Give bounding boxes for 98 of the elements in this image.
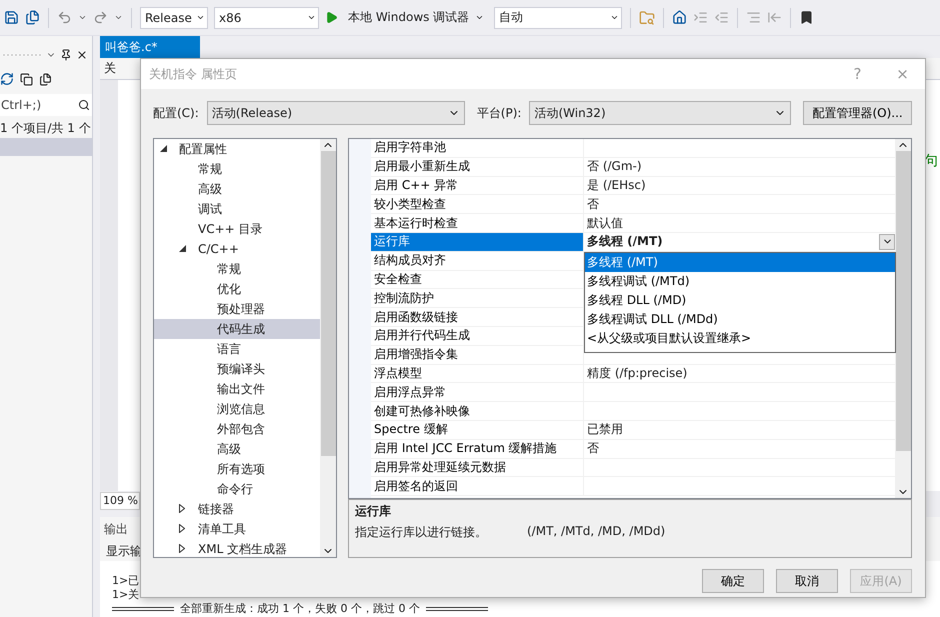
property-value: 多线程 (/MT) [587, 233, 663, 250]
description-switches: (/MT, /MTd, /MD, /MDd) [527, 524, 666, 540]
zoom-field[interactable]: 109 % [100, 492, 140, 510]
output-line: 1>已 [112, 574, 140, 588]
chevron-down-icon[interactable] [610, 13, 620, 22]
collapsed-icon[interactable] [179, 524, 185, 532]
tree-item[interactable]: 常规 [154, 159, 320, 179]
dropdown-option[interactable]: 多线程 DLL (/MD) [585, 290, 895, 310]
property-name[interactable]: 启用异常处理延续元数据 [371, 458, 584, 476]
property-name[interactable]: Spectre 缓解 [371, 420, 584, 439]
platform-label: 平台(P): [476, 104, 522, 122]
caret-icon[interactable] [114, 13, 123, 22]
tree-item[interactable]: 高级 [154, 179, 320, 199]
output-title: 输出 [104, 520, 128, 538]
tree-item[interactable]: 调试 [154, 199, 320, 219]
save-all-icon[interactable] [25, 10, 40, 25]
tree-item[interactable]: 链接器 [154, 499, 320, 519]
scrollbar[interactable] [320, 139, 336, 557]
property-name[interactable]: 创建可热修补映像 [371, 402, 584, 420]
configuration-dropdown[interactable]: Release [140, 6, 208, 28]
property-name[interactable]: 启用浮点异常 [371, 383, 584, 402]
property-value: 否 [587, 196, 599, 213]
undo-icon[interactable] [57, 10, 72, 25]
property-name[interactable]: 启用 C++ 异常 [371, 176, 584, 194]
copy-icon[interactable] [20, 72, 33, 86]
property-value: 否 [587, 440, 599, 458]
property-value: 默认值 [587, 214, 623, 232]
caret-icon[interactable] [78, 13, 87, 22]
dialog-title: 关机指令 属性页 [149, 66, 238, 82]
output-line: 1>关 [112, 588, 140, 602]
dropdown-option[interactable]: 多线程调试 DLL (/MDd) [585, 310, 895, 329]
dialog-button[interactable]: 确定 [702, 569, 764, 593]
dialog-button[interactable]: 取消 [776, 569, 838, 593]
collapsed-icon[interactable] [179, 504, 185, 512]
property-value: 精度 (/fp:precise) [587, 364, 688, 382]
tree-item[interactable]: 高级 [154, 439, 320, 459]
scrollbar[interactable] [895, 139, 911, 498]
collapsed-icon[interactable] [179, 544, 185, 552]
dropdown-option[interactable]: 多线程调试 (/MTd) [585, 272, 895, 291]
tree-item[interactable]: 预编译头 [154, 359, 320, 379]
files-icon[interactable] [39, 72, 52, 86]
property-value: 是 (/EHsc) [587, 176, 646, 194]
dropdown-option[interactable]: 多线程 (/MT) [585, 252, 895, 272]
close-icon[interactable] [76, 49, 88, 61]
pin-icon[interactable] [60, 49, 72, 61]
tree-item[interactable]: 输出文件 [154, 379, 320, 399]
property-name[interactable]: 基本运行时检查 [371, 214, 584, 232]
property-name[interactable]: 启用字符串池 [371, 139, 584, 157]
tree-item[interactable]: 命令行 [154, 479, 320, 499]
tree-item[interactable]: C/C++ [154, 239, 320, 259]
tree-item[interactable]: 浏览信息 [154, 399, 320, 419]
dropdown-option[interactable]: <从父级或项目默认设置继承> [585, 328, 895, 348]
chevron-down-icon[interactable] [307, 13, 316, 22]
expanded-icon[interactable] [160, 144, 167, 152]
bookmark-icon[interactable] [799, 10, 814, 25]
configuration-manager-button[interactable]: 配置管理器(O)... [803, 101, 912, 125]
tree-item[interactable]: 配置属性 [154, 139, 320, 159]
property-value: 否 (/Gm-) [587, 158, 642, 176]
property-value: 已禁用 [587, 421, 623, 438]
tree-item[interactable]: 清单工具 [154, 519, 320, 539]
tree-item[interactable]: 常规 [154, 259, 320, 279]
configuration-dropdown[interactable]: 活动(Release) [206, 101, 465, 125]
property-name[interactable]: 启用签名的返回 [371, 477, 584, 496]
chevron-down-icon[interactable] [475, 13, 484, 22]
tree-item[interactable]: XML 文档生成器 [154, 539, 320, 557]
start-debugger-button[interactable]: 本地 Windows 调试器 [344, 9, 488, 26]
document-tab[interactable]: 叫爸爸.c* [100, 36, 200, 58]
search-box[interactable]: Ctrl+;) [0, 94, 92, 116]
refresh-icon[interactable] [0, 72, 14, 86]
platform-dropdown[interactable]: x86 [214, 6, 319, 28]
search-icon[interactable] [78, 99, 90, 111]
tree-item[interactable]: 优化 [154, 279, 320, 299]
tree-item[interactable]: 预处理器 [154, 299, 320, 319]
play-icon[interactable] [325, 11, 338, 24]
configuration-label: 配置(C): [153, 104, 199, 122]
property-name[interactable]: 较小类型检查 [371, 195, 584, 214]
property-name[interactable]: 运行库 [371, 232, 584, 251]
tree-item[interactable]: 语言 [154, 339, 320, 359]
navigation-text[interactable]: 关 [104, 60, 116, 77]
target-dropdown[interactable]: 自动 [494, 6, 622, 28]
description-title: 运行库 [355, 503, 392, 520]
save-icon[interactable] [4, 10, 19, 25]
chevron-down-icon[interactable] [196, 13, 205, 22]
tree-item[interactable]: 所有选项 [154, 459, 320, 479]
home-icon[interactable] [672, 10, 688, 25]
property-name[interactable]: 浮点模型 [371, 364, 584, 382]
property-name[interactable]: 启用最小重新生成 [371, 158, 584, 176]
filter-status: 1 个项目/共 1 个 [0, 120, 92, 137]
redo-icon[interactable] [93, 10, 108, 25]
platform-dropdown[interactable]: 活动(Win32) [529, 101, 792, 125]
tree-item[interactable]: 代码生成 [154, 319, 320, 339]
tree-item[interactable]: 外部包含 [154, 419, 320, 439]
property-name[interactable]: 启用 Intel JCC Erratum 缓解措施 [371, 440, 584, 458]
code-text: 句 [924, 152, 938, 170]
description-text: 指定运行库以进行链接。 [355, 524, 487, 541]
build-summary: 全部重新生成：成功 1 个，失败 0 个，跳过 0 个 [180, 602, 420, 616]
expanded-icon[interactable] [179, 244, 186, 252]
tree-item[interactable]: VC++ 目录 [154, 219, 320, 239]
